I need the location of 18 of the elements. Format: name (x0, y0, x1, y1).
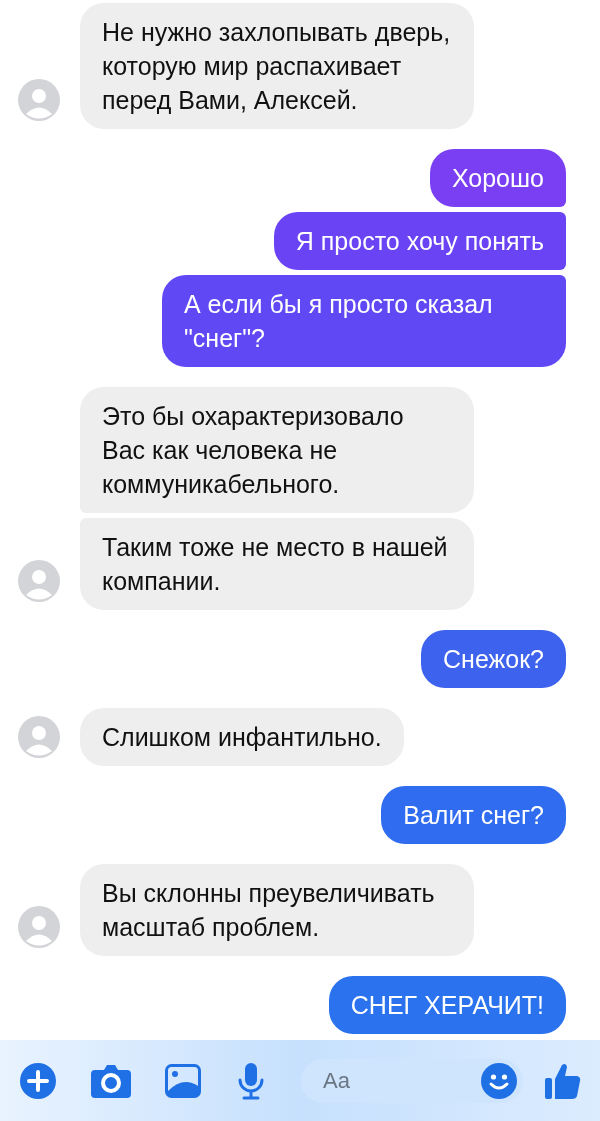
message-bubble: А если бы я просто сказал "снег"? (162, 275, 566, 367)
image-icon[interactable] (165, 1063, 201, 1098)
emoji-icon[interactable] (481, 1062, 517, 1099)
camera-icon[interactable] (91, 1063, 131, 1098)
message-bubble: Слишком инфантильно. (80, 708, 404, 766)
message-bubble: Я просто хочу понять (273, 212, 566, 270)
message-bubble: Валит снег? (381, 786, 566, 844)
thumbs-up-icon[interactable] (545, 1061, 581, 1100)
message-bubble: Это бы охарактеризовало Вас как человека не коммуникабельного. (80, 387, 474, 513)
message-bubble: Хорошо (429, 149, 566, 207)
microphone-icon[interactable] (237, 1061, 265, 1100)
message-bubble: Не нужно захлопывать дверь, которую мир распахивает перед Вами, Алексей. (80, 3, 474, 129)
message-bubble: Снежок? (421, 630, 566, 688)
message-bubble: Вы склонны преувеличивать масштаб проблем. (80, 864, 474, 956)
message-field[interactable]: Aa (301, 1058, 523, 1103)
add-icon[interactable] (20, 1062, 56, 1099)
message-bubble: Таким тоже не место в нашей компании. (80, 518, 474, 610)
message-bubble: СНЕГ ХЕРАЧИТ! (328, 976, 566, 1034)
